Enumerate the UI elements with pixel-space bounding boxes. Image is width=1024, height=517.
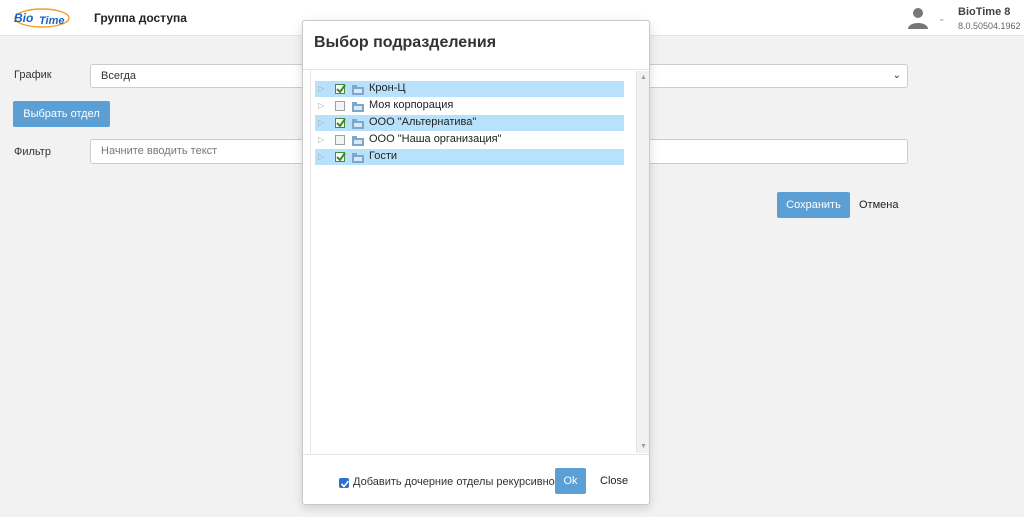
tree-checkbox[interactable]: [335, 101, 345, 111]
schedule-select-value: Всегда: [101, 70, 137, 82]
department-folder-icon: [352, 118, 364, 129]
chevron-down-icon: ⌄: [892, 70, 901, 81]
app-version: 8.0.50504.1962: [958, 21, 1021, 31]
tree-item[interactable]: ▷ Крон-Ц: [315, 81, 624, 97]
close-button[interactable]: Close: [600, 475, 628, 487]
recursive-checkbox-label: Добавить дочерние отделы рекурсивно: [353, 476, 555, 488]
chevron-down-icon[interactable]: ⌄: [938, 13, 946, 24]
expand-arrow-icon[interactable]: ▷: [318, 101, 324, 110]
checkmark-icon: [340, 480, 350, 488]
tree-checkbox[interactable]: [335, 152, 346, 162]
page-title: Группа доступа: [94, 11, 187, 25]
department-folder-icon: [352, 101, 364, 112]
ok-button[interactable]: Ok: [555, 468, 586, 494]
tree-item-label: ООО "Альтернатива": [369, 116, 477, 128]
recursive-checkbox[interactable]: [339, 478, 350, 488]
filter-label: Фильтр: [14, 146, 51, 158]
logo-text-bio: Bio: [14, 11, 33, 25]
expand-arrow-icon[interactable]: ▷: [318, 135, 324, 144]
expand-arrow-icon[interactable]: ▷: [318, 84, 324, 93]
department-folder-icon: [352, 84, 364, 95]
app-name: BioTime 8: [958, 6, 1011, 18]
checkmark-icon: [336, 118, 346, 128]
logo-swoosh-icon: Bio Time: [14, 8, 70, 28]
checkmark-icon: [336, 152, 346, 162]
scroll-down-icon[interactable]: ▼: [640, 443, 647, 450]
cancel-button[interactable]: Отмена: [859, 199, 898, 211]
department-folder-icon: [352, 152, 364, 163]
tree-item[interactable]: ▷ ООО "Альтернатива": [315, 115, 624, 131]
tree-item[interactable]: ▷ Моя корпорация: [315, 98, 624, 114]
user-avatar-icon[interactable]: [906, 6, 930, 30]
tree-item[interactable]: ▷ Гости: [315, 149, 624, 165]
tree-item-label: ООО "Наша организация": [369, 133, 502, 145]
checkmark-icon: [336, 84, 346, 94]
tree-item-label: Моя корпорация: [369, 99, 454, 111]
select-department-dialog: Выбор подразделения ▷ Крон-Ц ▷ Моя корпо…: [302, 20, 650, 505]
tree-item-label: Гости: [369, 150, 398, 162]
dialog-footer-divider: [303, 454, 649, 455]
expand-arrow-icon[interactable]: ▷: [318, 152, 324, 161]
tree-item[interactable]: ▷ ООО "Наша организация": [315, 132, 624, 148]
tree-item-label: Крон-Ц: [369, 82, 406, 94]
filter-placeholder: Начните вводить текст: [101, 145, 218, 157]
select-department-button[interactable]: Выбрать отдел: [13, 101, 110, 127]
department-tree: ▷ Крон-Ц ▷ Моя корпорация ▷ ООО "Альтерн…: [310, 69, 650, 453]
schedule-label: График: [14, 69, 52, 81]
department-folder-icon: [352, 135, 364, 146]
scroll-up-icon[interactable]: ▲: [640, 74, 647, 81]
dialog-title: Выбор подразделения: [314, 34, 497, 51]
tree-checkbox[interactable]: [335, 84, 346, 94]
tree-checkbox[interactable]: [335, 118, 346, 128]
tree-checkbox[interactable]: [335, 135, 345, 145]
biotime-logo[interactable]: Bio Time: [12, 5, 72, 31]
logo-text-time: Time: [39, 15, 64, 27]
tree-scrollbar[interactable]: ▲ ▼: [636, 71, 649, 453]
expand-arrow-icon[interactable]: ▷: [318, 118, 324, 127]
save-button[interactable]: Сохранить: [777, 192, 850, 218]
